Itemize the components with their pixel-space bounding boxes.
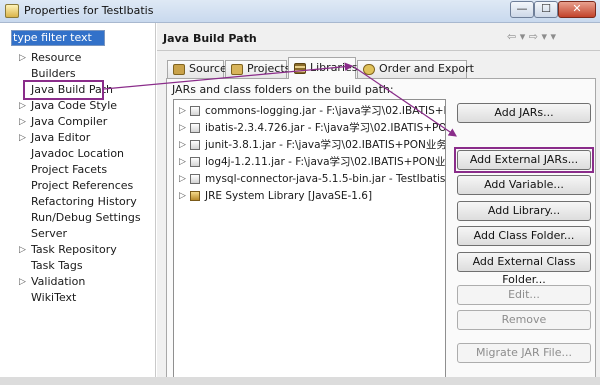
- list-item-label: JRE System Library [JavaSE-1.6]: [205, 190, 373, 202]
- tab-projects[interactable]: Projects: [225, 60, 291, 78]
- expand-arrow-icon[interactable]: ▷: [179, 120, 186, 136]
- tree-item-java-compiler[interactable]: ▷ Java Compiler: [0, 114, 155, 130]
- tree-item-label: Javadoc Location: [31, 147, 125, 160]
- edit-button[interactable]: Edit...: [457, 285, 591, 305]
- tree-item-run-debug-settings[interactable]: Run/Debug Settings: [0, 210, 155, 226]
- history-navigation-arrows[interactable]: ⇦ ▾ ⇨ ▾ ▾: [507, 30, 556, 43]
- expand-arrow-icon[interactable]: ▷: [19, 50, 26, 66]
- build-path-entries-list[interactable]: ▷ commons-logging.jar - F:\java学习\02.IBA…: [173, 99, 446, 385]
- tree-item-label: Resource: [31, 51, 82, 64]
- list-item[interactable]: ▷ junit-3.8.1.jar - F:\java学习\02.IBATIS+…: [174, 137, 446, 153]
- list-item[interactable]: ▷ commons-logging.jar - F:\java学习\02.IBA…: [174, 103, 446, 119]
- page-title: Java Build Path: [163, 32, 257, 45]
- maximize-button[interactable]: ☐: [534, 1, 558, 18]
- list-item-label: junit-3.8.1.jar - F:\java学习\02.IBATIS+PO…: [205, 139, 446, 151]
- libraries-tab-content: JARs and class folders on the build path…: [166, 78, 596, 385]
- remove-button[interactable]: Remove: [457, 310, 591, 330]
- list-item-label: ibatis-2.3.4.726.jar - F:\java学习\02.IBAT…: [205, 122, 446, 134]
- add-library-button[interactable]: Add Library...: [457, 201, 591, 221]
- jar-file-icon: [190, 174, 200, 184]
- properties-navigation-panel: type filter text ▷ Resource Builders Jav…: [0, 23, 156, 385]
- title-bar: Properties for TestIbatis — ☐ ✕: [0, 0, 600, 23]
- projects-icon: [231, 64, 243, 75]
- expand-arrow-icon[interactable]: ▷: [179, 188, 186, 204]
- expand-arrow-icon[interactable]: ▷: [19, 242, 26, 258]
- tree-item-label: Task Repository: [31, 243, 117, 256]
- jar-file-icon: [190, 123, 200, 133]
- expand-arrow-icon[interactable]: ▷: [179, 171, 186, 187]
- properties-window-icon: [5, 4, 19, 18]
- tree-item-validation[interactable]: ▷ Validation: [0, 274, 155, 290]
- order-export-icon: [363, 64, 375, 75]
- tree-item-label: Task Tags: [31, 259, 83, 272]
- list-item[interactable]: ▷ JRE System Library [JavaSE-1.6]: [174, 188, 445, 204]
- list-item[interactable]: ▷ mysql-connector-java-5.1.5-bin.jar - T…: [174, 171, 446, 187]
- tree-item-label: Run/Debug Settings: [31, 211, 141, 224]
- minimize-button[interactable]: —: [510, 1, 534, 18]
- list-item[interactable]: ▷ log4j-1.2.11.jar - F:\java学习\02.IBATIS…: [174, 154, 446, 170]
- tree-item-label: Refactoring History: [31, 195, 137, 208]
- expand-arrow-icon[interactable]: ▷: [179, 154, 186, 170]
- add-external-class-folder-button[interactable]: Add External Class Folder...: [457, 252, 591, 286]
- tree-item-project-references[interactable]: Project References: [0, 178, 155, 194]
- expand-arrow-icon[interactable]: ▷: [179, 103, 186, 119]
- tree-item-java-editor[interactable]: ▷ Java Editor: [0, 130, 155, 146]
- tree-item-refactoring-history[interactable]: Refactoring History: [0, 194, 155, 210]
- tree-item-server[interactable]: Server: [0, 226, 155, 242]
- tree-item-label: Java Compiler: [31, 115, 108, 128]
- tree-item-wikitext[interactable]: WikiText: [0, 290, 155, 306]
- tab-libraries[interactable]: Libraries: [288, 57, 358, 79]
- expand-arrow-icon[interactable]: ▷: [179, 137, 186, 153]
- tree-item-label: WikiText: [31, 291, 77, 304]
- tree-item-label: Java Editor: [31, 131, 91, 144]
- tree-item-javadoc-location[interactable]: Javadoc Location: [0, 146, 155, 162]
- libraries-icon: [294, 63, 306, 74]
- dialog-bottom-edge: [0, 377, 600, 385]
- tree-item-label: Server: [31, 227, 68, 240]
- add-class-folder-button[interactable]: Add Class Folder...: [457, 226, 591, 246]
- expand-arrow-icon[interactable]: ▷: [19, 114, 26, 130]
- tree-item-label: Project Facets: [31, 163, 108, 176]
- jar-file-icon: [190, 157, 200, 167]
- window-title: Properties for TestIbatis: [24, 4, 154, 17]
- list-item-label: commons-logging.jar - F:\java学习\02.IBATI…: [205, 105, 446, 117]
- libraries-caption: JARs and class folders on the build path…: [172, 83, 394, 96]
- tree-item-project-facets[interactable]: Project Facets: [0, 162, 155, 178]
- tree-item-java-code-style[interactable]: ▷ Java Code Style: [0, 98, 155, 114]
- library-icon: [190, 191, 200, 201]
- tab-label: Projects: [247, 62, 291, 75]
- expand-arrow-icon[interactable]: ▷: [19, 274, 26, 290]
- list-item-label: log4j-1.2.11.jar - F:\java学习\02.IBATIS+P…: [205, 156, 446, 168]
- expand-arrow-icon[interactable]: ▷: [19, 130, 26, 146]
- java-build-path-page: Java Build Path ⇦ ▾ ⇨ ▾ ▾ Source Project…: [157, 23, 600, 385]
- tab-source[interactable]: Source: [167, 60, 227, 78]
- expand-arrow-icon[interactable]: ▷: [19, 98, 26, 114]
- add-jars-button[interactable]: Add JARs...: [457, 103, 591, 123]
- list-item[interactable]: ▷ ibatis-2.3.4.726.jar - F:\java学习\02.IB…: [174, 120, 446, 136]
- tree-item-task-tags[interactable]: Task Tags: [0, 258, 155, 274]
- tab-label: Order and Export: [379, 62, 474, 75]
- tree-item-resource[interactable]: ▷ Resource: [0, 50, 155, 66]
- migrate-jar-file-button[interactable]: Migrate JAR File...: [457, 343, 591, 363]
- tab-label: Libraries: [310, 61, 358, 74]
- jar-file-icon: [190, 140, 200, 150]
- tab-label: Source: [189, 62, 227, 75]
- jar-file-icon: [190, 106, 200, 116]
- filter-input-selected-text: type filter text: [12, 31, 104, 45]
- add-variable-button[interactable]: Add Variable...: [457, 175, 591, 195]
- list-item-label: mysql-connector-java-5.1.5-bin.jar - Tes…: [205, 173, 446, 185]
- tree-item-task-repository[interactable]: ▷ Task Repository: [0, 242, 155, 258]
- title-divider: [157, 50, 600, 51]
- add-external-jars-button[interactable]: Add External JARs...: [457, 150, 591, 170]
- tab-order-and-export[interactable]: Order and Export: [357, 60, 474, 78]
- close-button[interactable]: ✕: [558, 1, 596, 18]
- tree-item-label: Java Code Style: [31, 99, 118, 112]
- annotation-highlight-box: [23, 80, 104, 100]
- tree-item-label: Project References: [31, 179, 134, 192]
- source-folder-icon: [173, 64, 185, 75]
- tree-item-label: Validation: [31, 275, 86, 288]
